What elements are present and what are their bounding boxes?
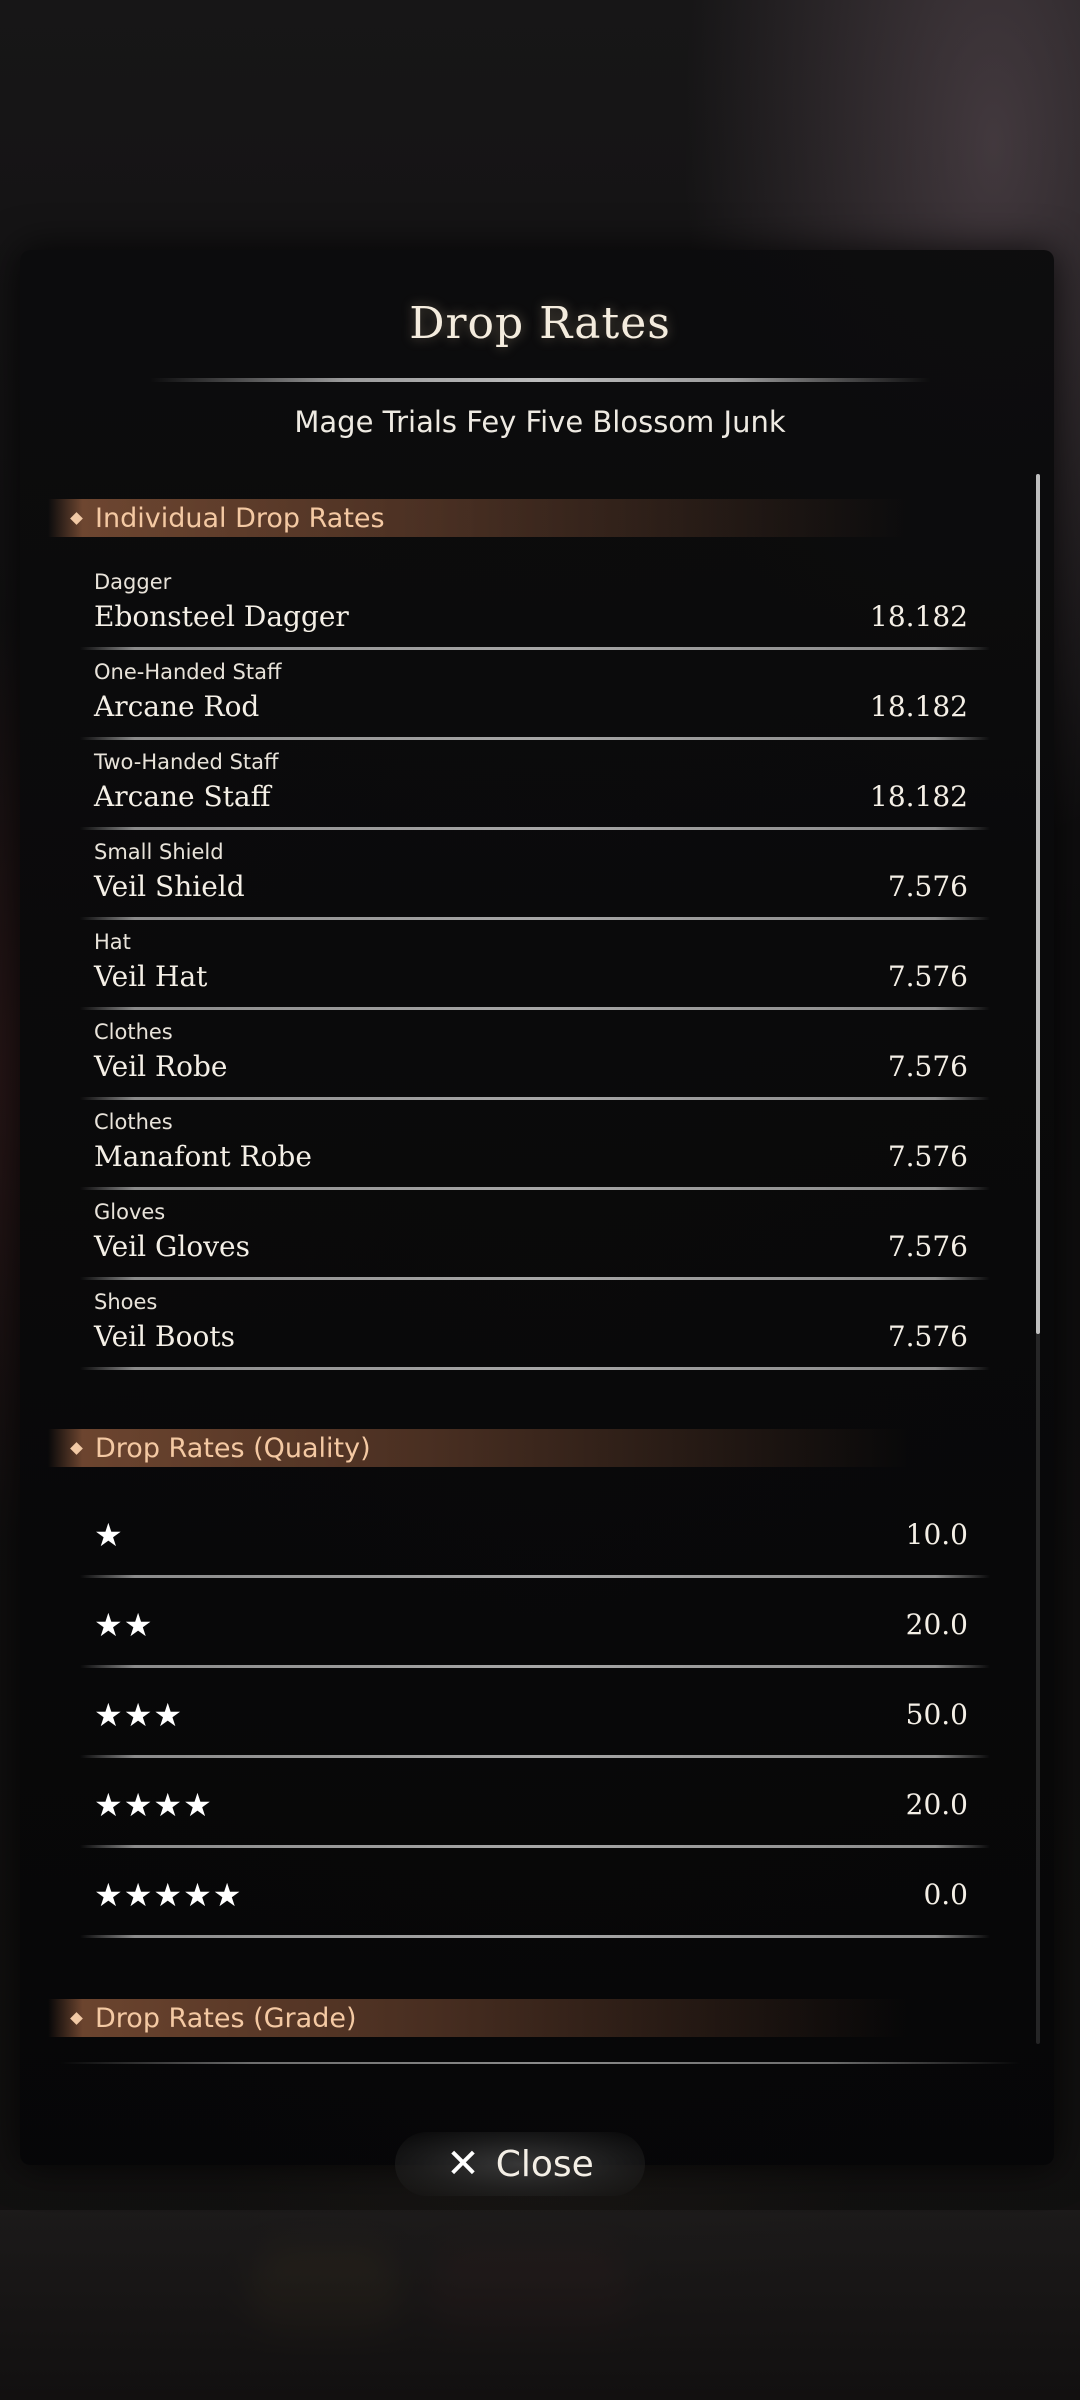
- list-item: Hat Veil Hat 7.576: [80, 920, 990, 1010]
- item-name: Manafont Robe: [94, 1140, 312, 1173]
- star-rating: ★★★★: [94, 1786, 213, 1824]
- quality-row: ★★★★ 20.0: [80, 1758, 990, 1848]
- list-item: Small Shield Veil Shield 7.576: [80, 830, 990, 920]
- item-rate: 7.576: [887, 1230, 968, 1263]
- item-name: Arcane Rod: [94, 690, 260, 723]
- item-name: Veil Robe: [94, 1050, 228, 1083]
- item-name: Veil Shield: [94, 870, 245, 903]
- item-type: Gloves: [94, 1200, 166, 1224]
- section-header-grade: Drop Rates (Grade): [48, 1999, 908, 2037]
- diamond-bullet-icon: [70, 1441, 83, 1455]
- list-item: Shoes Veil Boots 7.576: [80, 1280, 990, 1370]
- section-header-individual: Individual Drop Rates: [48, 499, 908, 537]
- item-rate: 18.182: [870, 690, 968, 723]
- quality-rate: 20.0: [905, 1608, 968, 1641]
- background-bottom-strip: [0, 2210, 1080, 2400]
- quality-rate: 20.0: [905, 1788, 968, 1821]
- quality-rate: 50.0: [905, 1698, 968, 1731]
- close-button[interactable]: ✕ Close: [395, 2132, 645, 2196]
- quality-row: ★★★★★ 0.0: [80, 1848, 990, 1938]
- close-label: Close: [495, 2143, 594, 2185]
- section-label: Drop Rates (Quality): [95, 1432, 371, 1464]
- list-item: Dagger Ebonsteel Dagger 18.182: [80, 560, 990, 650]
- item-type: Two-Handed Staff: [94, 750, 279, 774]
- quality-row: ★ 10.0: [80, 1488, 990, 1578]
- item-rate: 7.576: [887, 1140, 968, 1173]
- list-item: Clothes Manafont Robe 7.576: [80, 1100, 990, 1190]
- dialog-bottom-divider: [60, 2062, 1020, 2064]
- item-rate: 7.576: [887, 1050, 968, 1083]
- close-icon: ✕: [446, 2141, 480, 2187]
- dialog-subtitle: Mage Trials Fey Five Blossom Junk: [294, 405, 786, 439]
- diamond-bullet-icon: [70, 511, 83, 525]
- quality-row: ★★★ 50.0: [80, 1668, 990, 1758]
- row-divider: [80, 1935, 990, 1938]
- quality-rate: 0.0: [923, 1878, 968, 1911]
- item-name: Veil Hat: [94, 960, 208, 993]
- item-type: Dagger: [94, 570, 172, 594]
- item-rate: 7.576: [887, 1320, 968, 1353]
- item-rate: 7.576: [887, 870, 968, 903]
- item-name: Arcane Staff: [94, 780, 271, 813]
- item-type: Shoes: [94, 1290, 158, 1314]
- item-rate: 18.182: [870, 600, 968, 633]
- item-name: Veil Boots: [94, 1320, 235, 1353]
- row-divider: [80, 1367, 990, 1370]
- item-rate: 18.182: [870, 780, 968, 813]
- quality-rate: 10.0: [905, 1518, 968, 1551]
- item-name: Veil Gloves: [94, 1230, 250, 1263]
- title-divider: [150, 378, 930, 382]
- list-item: One-Handed Staff Arcane Rod 18.182: [80, 650, 990, 740]
- item-type: Clothes: [94, 1020, 173, 1044]
- item-type: Small Shield: [94, 840, 224, 864]
- star-rating: ★★★: [94, 1696, 184, 1734]
- diamond-bullet-icon: [70, 2011, 83, 2025]
- item-type: Clothes: [94, 1110, 173, 1134]
- section-header-quality: Drop Rates (Quality): [48, 1429, 908, 1467]
- star-rating: ★★: [94, 1606, 154, 1644]
- quality-row: ★★ 20.0: [80, 1578, 990, 1668]
- list-item: Clothes Veil Robe 7.576: [80, 1010, 990, 1100]
- star-rating: ★: [94, 1516, 124, 1554]
- scrollbar-thumb[interactable]: [1036, 474, 1040, 1334]
- section-label: Individual Drop Rates: [95, 502, 385, 534]
- item-type: One-Handed Staff: [94, 660, 282, 684]
- list-item: Two-Handed Staff Arcane Staff 18.182: [80, 740, 990, 830]
- dialog-title: Drop Rates: [409, 298, 671, 349]
- item-rate: 7.576: [887, 960, 968, 993]
- item-name: Ebonsteel Dagger: [94, 600, 349, 633]
- item-type: Hat: [94, 930, 131, 954]
- list-item: Gloves Veil Gloves 7.576: [80, 1190, 990, 1280]
- star-rating: ★★★★★: [94, 1876, 243, 1914]
- section-label: Drop Rates (Grade): [95, 2002, 357, 2034]
